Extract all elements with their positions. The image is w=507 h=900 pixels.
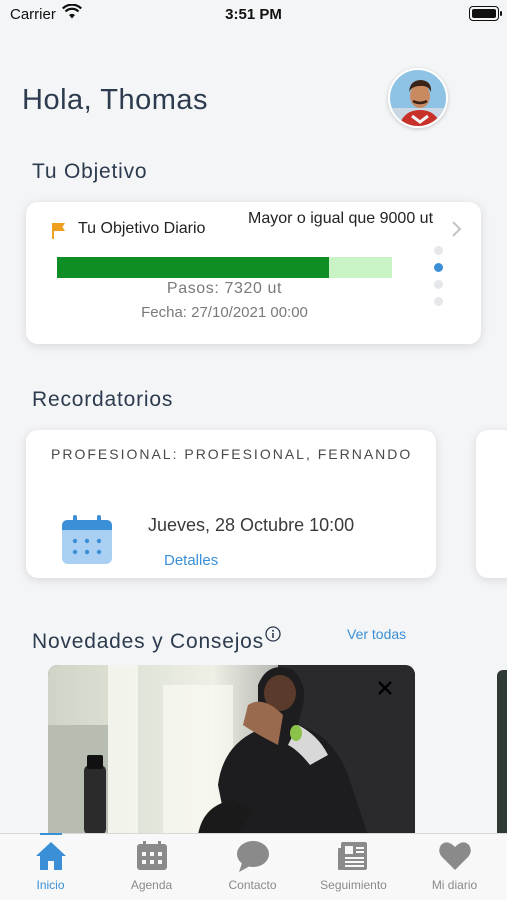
chevron-right-icon[interactable] <box>450 220 462 243</box>
reminder-card[interactable]: PROFESIONAL: PROFESIONAL, FERNANDO Jueve… <box>26 430 436 578</box>
tab-seguimiento[interactable]: Seguimiento <box>303 834 404 900</box>
news-section-title: Novedades y Consejos <box>32 624 281 654</box>
next-news-card[interactable] <box>497 670 507 835</box>
tab-label: Contacto <box>228 878 277 892</box>
heart-icon <box>438 839 472 873</box>
avatar[interactable] <box>388 68 448 128</box>
page-dot-active[interactable] <box>434 263 443 272</box>
news-image <box>48 665 415 835</box>
tab-mi-diario[interactable]: Mi diario <box>404 834 505 900</box>
flag-icon <box>50 222 68 245</box>
news-card[interactable] <box>48 665 415 835</box>
reminder-datetime: Jueves, 28 Octubre 10:00 <box>148 515 355 535</box>
next-reminder-card[interactable] <box>476 430 507 578</box>
tab-agenda[interactable]: Agenda <box>101 834 202 900</box>
info-icon[interactable] <box>265 624 281 648</box>
greeting-title: Hola, Thomas <box>22 84 208 116</box>
goal-label: Tu Objetivo Diario <box>78 220 206 237</box>
page-dot[interactable] <box>434 297 443 306</box>
steps-value: Pasos: 7320 ut <box>166 280 283 297</box>
goal-progress-fill <box>57 257 330 278</box>
see-all-link[interactable]: Ver todas <box>347 626 406 642</box>
goal-progress-bar <box>57 257 392 278</box>
news-title-text: Novedades y Consejos <box>32 630 264 653</box>
tab-label: Agenda <box>130 878 173 892</box>
home-icon <box>34 839 68 873</box>
goal-section-title: Tu Objetivo <box>32 160 148 183</box>
newspaper-icon <box>337 839 371 873</box>
calendar-icon <box>61 515 113 570</box>
reminder-details-link[interactable]: Detalles <box>164 552 218 569</box>
tab-contacto[interactable]: Contacto <box>202 834 303 900</box>
reminders-section-title: Recordatorios <box>32 388 174 411</box>
tab-label: Mi diario <box>431 878 478 892</box>
tab-inicio[interactable]: Inicio <box>0 833 101 900</box>
battery-icon <box>469 6 502 21</box>
calendar-icon <box>135 839 169 873</box>
tab-label: Inicio <box>36 878 65 892</box>
page-dot[interactable] <box>434 246 443 255</box>
goal-date: Fecha: 27/10/2021 00:00 <box>141 304 308 321</box>
tab-bar: Inicio Agenda Contacto Seguimiento Mi di… <box>0 833 507 900</box>
goal-target: Mayor o igual que 9000 ut <box>248 210 434 227</box>
daily-goal-card[interactable]: Tu Objetivo Diario Mayor o igual que 900… <box>26 202 481 344</box>
tab-label: Seguimiento <box>320 878 387 892</box>
status-bar: Carrier 3:51 PM <box>0 0 507 30</box>
clock: 3:51 PM <box>225 6 282 23</box>
reminder-professional: PROFESIONAL: PROFESIONAL, FERNANDO <box>51 446 413 462</box>
chat-bubble-icon <box>236 839 270 873</box>
close-icon[interactable] <box>378 681 392 700</box>
page-indicator[interactable] <box>434 246 444 314</box>
page-dot[interactable] <box>434 280 443 289</box>
